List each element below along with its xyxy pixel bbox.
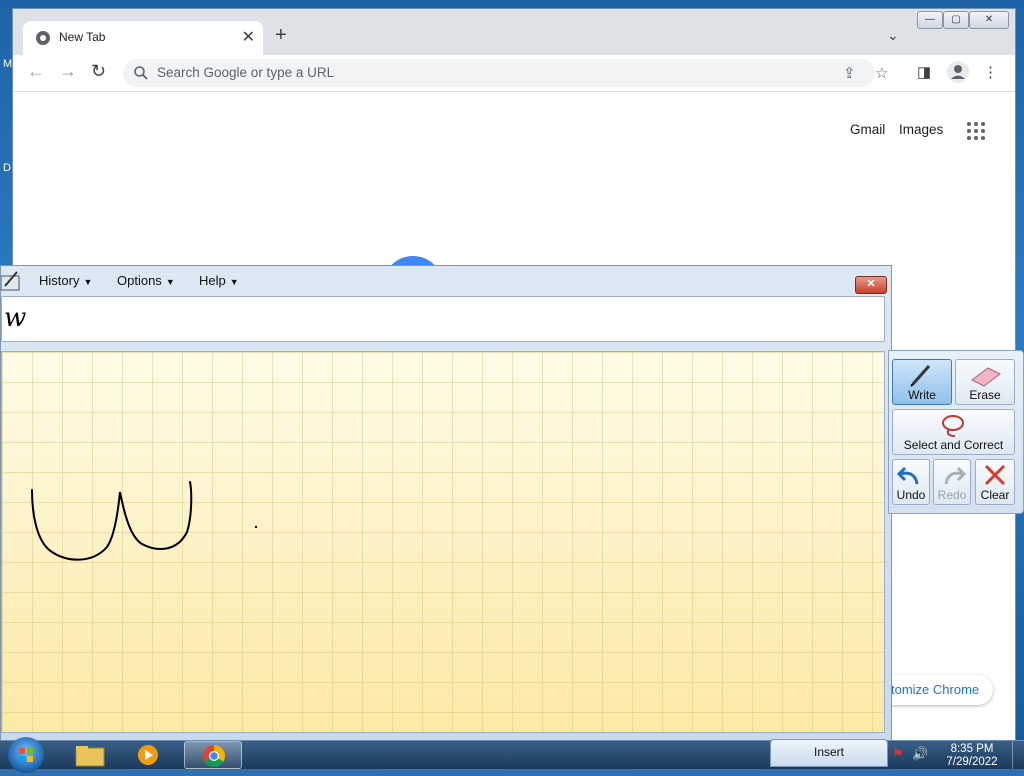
write-label: Write (908, 388, 936, 402)
new-tab-button[interactable]: + (275, 23, 287, 47)
window-caption-buttons: — ▢ ✕ (917, 11, 1009, 29)
tab-new-tab[interactable]: New Tab ✕ (23, 21, 263, 55)
omnibox[interactable]: Search Google or type a URL ⇪ ☆ (123, 59, 888, 87)
chrome-menu-icon[interactable]: ⋮ (983, 63, 998, 81)
menu-options-label: Options (117, 273, 162, 288)
tablet-input-panel: History ▼ Options ▼ Help ▼ ✕ w (0, 265, 892, 742)
recognition-preview[interactable]: w (1, 296, 885, 342)
menu-history[interactable]: History ▼ (39, 273, 92, 288)
redo-icon (944, 466, 967, 485)
share-icon[interactable]: ⇪ (843, 64, 856, 82)
side-panel-icon[interactable]: ◨ (917, 63, 931, 81)
tab-title: New Tab (59, 30, 106, 44)
clear-x-icon (984, 464, 1006, 486)
taskbar-chrome[interactable] (184, 741, 242, 769)
show-desktop-button[interactable] (1012, 741, 1024, 769)
clear-button[interactable]: Clear (975, 459, 1015, 505)
erase-button[interactable]: Erase (955, 359, 1015, 405)
search-icon (134, 66, 148, 80)
write-button[interactable]: Write (892, 359, 952, 405)
taskbar: Insert ⚑ 🔊 8:35 PM 7/29/2022 (0, 737, 1024, 773)
menu-help-label: Help (199, 273, 226, 288)
undo-label: Undo (896, 488, 926, 502)
close-window-button[interactable]: ✕ (969, 11, 1009, 29)
chrome-favicon-icon (36, 31, 50, 45)
taskbar-explorer[interactable] (64, 741, 116, 769)
writing-pad[interactable] (1, 351, 885, 733)
dropdown-arrow-icon: ▼ (229, 277, 239, 287)
tip-menu-bar: History ▼ Options ▼ Help ▼ ✕ (1, 266, 891, 296)
minimize-button[interactable]: — (917, 11, 943, 29)
google-apps-icon[interactable] (967, 122, 985, 140)
folder-icon (75, 746, 105, 767)
menu-help[interactable]: Help ▼ (199, 273, 239, 288)
lasso-icon (942, 415, 964, 437)
taskbar-media-player[interactable] (122, 741, 174, 769)
images-link[interactable]: Images (899, 122, 943, 137)
close-tab-icon[interactable]: ✕ (242, 27, 255, 47)
gmail-link[interactable]: Gmail (850, 122, 885, 137)
eraser-icon (971, 367, 1001, 387)
menu-history-label: History (39, 273, 80, 288)
dropdown-arrow-icon: ▼ (165, 277, 175, 287)
chrome-icon (203, 745, 225, 767)
omnibox-placeholder: Search Google or type a URL (157, 65, 335, 80)
action-center-flag-icon[interactable]: ⚑ (892, 746, 904, 762)
pen-icon (910, 365, 931, 387)
redo-label: Redo (937, 488, 967, 502)
clock-time: 8:35 PM (950, 743, 994, 755)
erase-label: Erase (969, 388, 1001, 402)
desktop-edge-glyph: D (3, 162, 11, 174)
desktop-edge-glyph: M (3, 58, 13, 70)
input-panel-logo-icon (1, 271, 20, 291)
volume-icon[interactable]: 🔊 (912, 746, 928, 762)
media-player-icon (138, 745, 158, 765)
close-input-panel-button[interactable]: ✕ (855, 276, 887, 294)
browser-toolbar: ← → ↻ Search Google or type a URL ⇪ ☆ ◨ … (13, 55, 1015, 92)
customize-chrome-label: tomize Chrome (891, 682, 980, 697)
forward-icon[interactable]: → (59, 61, 77, 82)
clear-label: Clear (980, 488, 1010, 502)
handwriting-ink (31, 481, 258, 561)
menu-options[interactable]: Options ▼ (117, 273, 175, 288)
clock-date: 7/29/2022 (946, 756, 998, 768)
tab-search-chevron-icon[interactable]: ⌄ (887, 27, 899, 44)
reload-icon[interactable]: ↻ (91, 61, 106, 82)
dropdown-arrow-icon: ▼ (83, 277, 93, 287)
bookmark-star-icon[interactable]: ☆ (875, 64, 888, 82)
maximize-button[interactable]: ▢ (943, 11, 969, 29)
undo-button[interactable]: Undo (892, 459, 930, 505)
profile-avatar[interactable] (947, 61, 969, 83)
recognized-text: w (4, 303, 27, 333)
redo-button[interactable]: Redo (933, 459, 971, 505)
insert-button[interactable]: Insert (770, 739, 888, 767)
system-clock[interactable]: 8:35 PM 7/29/2022 (934, 743, 1010, 769)
customize-chrome-button[interactable]: tomize Chrome (875, 675, 993, 705)
undo-icon (896, 466, 919, 485)
tab-strip: New Tab ✕ + ⌄ — ▢ ✕ (13, 9, 1015, 55)
tip-tool-panel: Write Erase Select and Correct Undo Redo… (888, 350, 1024, 514)
select-and-correct-label: Select and Correct (903, 438, 1004, 452)
back-icon[interactable]: ← (27, 61, 45, 82)
profile-icon (951, 65, 965, 79)
select-and-correct-button[interactable]: Select and Correct (892, 409, 1015, 455)
